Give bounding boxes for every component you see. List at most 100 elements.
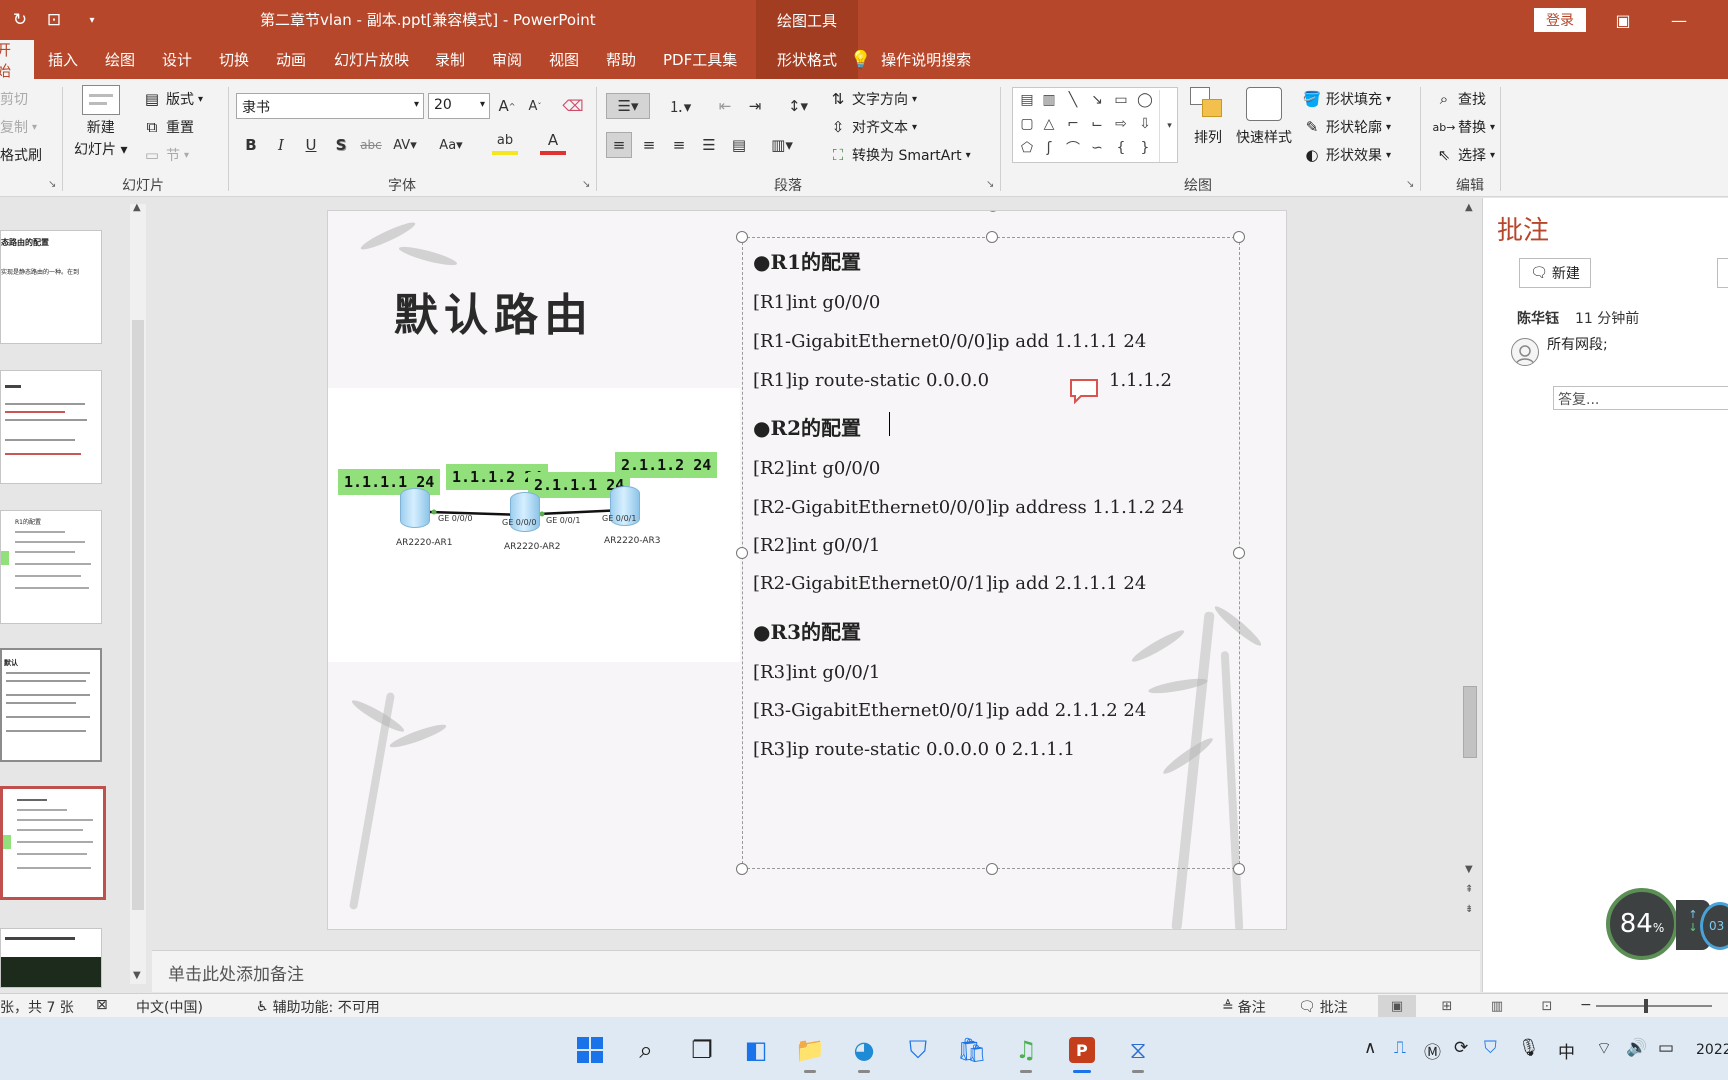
quick-styles-button[interactable]: 快速样式	[1236, 87, 1292, 147]
thumbnails-scrollbar[interactable]: ▲ ▼	[130, 202, 146, 984]
sync-icon[interactable]: ⟳	[1454, 1038, 1468, 1058]
comment-marker-icon[interactable]	[1069, 378, 1099, 404]
resize-handle[interactable]	[736, 231, 748, 243]
tab-design[interactable]: 设计	[152, 40, 202, 79]
arc-shape-icon[interactable]: ⌒	[1063, 138, 1083, 158]
replace-button[interactable]: ab→ 替换 ▾	[1433, 117, 1496, 137]
zoom-slider[interactable]	[1596, 999, 1712, 1013]
increase-indent-icon[interactable]: ⇥	[742, 93, 768, 119]
reply-input[interactable]: 答复...	[1553, 386, 1728, 410]
layout-button[interactable]: ▤ 版式 ▾	[142, 89, 203, 109]
content-textbox[interactable]: ↻ ●R1的配置 [R1]int g0/0/0 [R1-GigabitEther…	[736, 211, 1245, 875]
slide-thumbnail-6[interactable]	[0, 928, 102, 988]
elbow-connector-shape-icon[interactable]: ⌐	[1063, 114, 1083, 134]
scribble-shape-icon[interactable]: ʃ	[1039, 138, 1059, 158]
new-slide-button[interactable]: 新建 幻灯片 ▾	[74, 85, 127, 159]
tab-transitions[interactable]: 切换	[209, 40, 259, 79]
underline-icon[interactable]: U	[298, 132, 324, 158]
change-case-icon[interactable]: Aa▾	[438, 132, 464, 158]
customize-toolbar-icon[interactable]: ▾	[80, 8, 104, 32]
login-button[interactable]: 登录	[1534, 8, 1586, 32]
reading-view-icon[interactable]: ▥	[1478, 995, 1516, 1017]
slide-title[interactable]: 默认路由	[394, 279, 594, 343]
strikethrough-icon[interactable]: abc	[358, 132, 384, 158]
battery-icon[interactable]: ▭	[1658, 1038, 1674, 1058]
notes-toggle-button[interactable]: ≜ 备注	[1222, 997, 1266, 1017]
align-text-button[interactable]: ⇳ 对齐文本 ▾	[828, 117, 917, 137]
tab-view[interactable]: 视图	[539, 40, 589, 79]
shapes-gallery[interactable]: ▤ ▥ ╲ ↘ ▭ ◯ ▢ △ ⌐ ⌙ ⇨ ⇩ ⬠ ʃ ⌒ ∽ { } ▾	[1012, 87, 1178, 163]
elbow-arrow-shape-icon[interactable]: ⌙	[1087, 114, 1107, 134]
find-button[interactable]: ⌕ 查找	[1434, 89, 1486, 109]
oval-shape-icon[interactable]: ◯	[1135, 90, 1155, 110]
convert-smartart-button[interactable]: ⛶ 转换为 SmartArt ▾	[828, 145, 971, 165]
tab-slideshow[interactable]: 幻灯片放映	[324, 40, 419, 79]
tell-me-search[interactable]: 💡 操作说明搜索	[850, 40, 971, 79]
resize-handle[interactable]	[1233, 231, 1245, 243]
decrease-font-icon[interactable]: Aˇ	[522, 93, 548, 119]
tab-draw[interactable]: 绘图	[95, 40, 145, 79]
tab-pdf-tools[interactable]: PDF工具集	[653, 40, 747, 79]
arrange-button[interactable]: 排列	[1190, 87, 1226, 147]
resize-handle[interactable]	[1233, 863, 1245, 875]
resize-handle[interactable]	[736, 547, 748, 559]
rotate-handle-icon[interactable]: ↻	[986, 211, 1004, 217]
down-arrow-shape-icon[interactable]: ⇩	[1135, 114, 1155, 134]
network-topology-image[interactable]: 1.1.1.1 24 1.1.1.2 24 2.1.1.1 24 2.1.1.2…	[328, 388, 740, 662]
resize-handle[interactable]	[736, 863, 748, 875]
powerpoint-icon[interactable]: P	[1062, 1030, 1102, 1073]
widgets-icon[interactable]: ◧	[736, 1030, 776, 1070]
usb-icon[interactable]: ⎍	[1394, 1038, 1406, 1058]
shield-icon[interactable]: ⛉	[1484, 1038, 1497, 1058]
freeform-shape-icon[interactable]: ⬠	[1017, 138, 1037, 158]
textbox-shape-icon[interactable]: ▤	[1017, 90, 1037, 110]
select-button[interactable]: ⇖ 选择 ▾	[1434, 145, 1495, 165]
resize-handle[interactable]	[986, 863, 998, 875]
resize-handle[interactable]	[986, 231, 998, 243]
ime-indicator[interactable]: 中	[1558, 1038, 1575, 1063]
left-brace-shape-icon[interactable]: {	[1111, 138, 1131, 158]
tab-record[interactable]: 录制	[425, 40, 475, 79]
security-app-icon[interactable]: ⛉	[898, 1030, 938, 1070]
font-launcher-icon[interactable]: ↘	[582, 179, 590, 190]
normal-view-icon[interactable]: ▣	[1378, 995, 1416, 1017]
cut-button[interactable]: 剪切	[0, 89, 28, 109]
increase-font-icon[interactable]: A ^	[494, 93, 520, 119]
tab-home[interactable]: 开始	[0, 40, 34, 80]
music-app-icon[interactable]: ♫	[1006, 1030, 1046, 1073]
font-color-icon[interactable]: A	[540, 129, 566, 155]
file-explorer-icon[interactable]: 📁	[790, 1030, 830, 1073]
clock-year[interactable]: 2022	[1696, 1042, 1728, 1058]
shape-fill-button[interactable]: 🪣 形状填充 ▾	[1302, 89, 1391, 109]
show-hidden-icons[interactable]: ∧	[1364, 1038, 1376, 1058]
next-slide-icon[interactable]: ⇟	[1465, 904, 1473, 915]
spellcheck-icon[interactable]: ⊠	[96, 997, 108, 1013]
slide-thumbnail-3[interactable]: R1的配置	[0, 510, 102, 624]
numbering-icon[interactable]: ⒈▾	[660, 93, 700, 119]
format-painter-button[interactable]: 格式刷	[0, 145, 42, 165]
microphone-icon[interactable]: 🎙	[1518, 1038, 1540, 1058]
align-left-icon[interactable]: ≡	[606, 132, 632, 158]
slide-thumbnail-5-selected[interactable]	[0, 786, 106, 900]
distributed-icon[interactable]: ▤	[726, 132, 752, 158]
resize-handle[interactable]	[1233, 547, 1245, 559]
ribbon-display-icon[interactable]: ▣	[1608, 6, 1638, 34]
tab-animations[interactable]: 动画	[266, 40, 316, 79]
align-right-icon[interactable]: ≡	[666, 132, 692, 158]
tab-shape-format[interactable]: 形状格式	[756, 40, 858, 79]
app-icon[interactable]: ⧖	[1118, 1030, 1158, 1073]
slideshow-view-icon[interactable]: ⊡	[1528, 995, 1566, 1017]
copy-button[interactable]: 复制 ▾	[0, 117, 37, 137]
line-shape-icon[interactable]: ╲	[1063, 90, 1083, 110]
clear-formatting-icon[interactable]: ⌫	[560, 93, 586, 119]
tab-review[interactable]: 审阅	[482, 40, 532, 79]
slideshow-start-icon[interactable]: ⊡	[42, 8, 66, 32]
reset-button[interactable]: ⧉ 重置	[142, 117, 194, 137]
bullets-icon[interactable]: ☰▾	[606, 93, 650, 119]
vertical-textbox-shape-icon[interactable]: ▥	[1039, 90, 1059, 110]
zoom-out-icon[interactable]: −	[1580, 997, 1592, 1013]
autosave-icon[interactable]: ↻	[8, 8, 32, 32]
start-icon[interactable]	[570, 1030, 610, 1070]
editor-scrollbar[interactable]: ▲ ▼ ⇞ ⇟	[1460, 198, 1480, 948]
new-comment-button[interactable]: 🗨 新建	[1519, 258, 1591, 288]
